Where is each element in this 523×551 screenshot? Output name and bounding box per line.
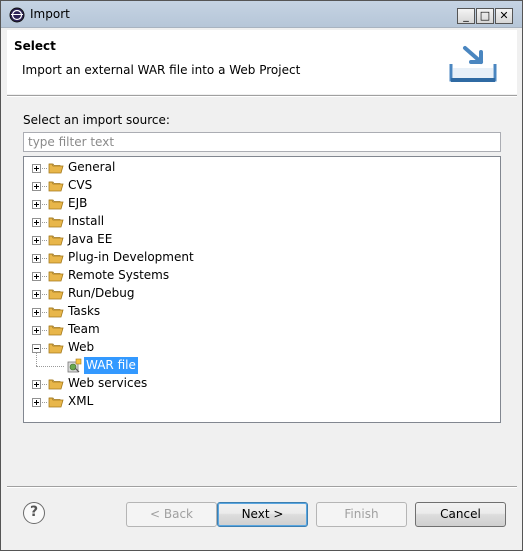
- next-button[interactable]: Next >: [217, 502, 308, 527]
- folder-icon: [48, 343, 64, 354]
- tree-connector: [42, 384, 47, 385]
- expand-icon[interactable]: [32, 200, 41, 209]
- tree-item-label: Java EE: [68, 232, 113, 246]
- tree-connector: [36, 353, 37, 366]
- header-separator: [7, 95, 517, 97]
- tree-item-general[interactable]: General: [24, 159, 484, 177]
- cancel-button[interactable]: Cancel: [415, 502, 506, 527]
- tree-item-label: Web: [68, 340, 95, 354]
- tree-connector: [42, 186, 47, 187]
- import-tray-icon: [449, 46, 497, 82]
- tree-item-java-ee[interactable]: Java EE: [24, 231, 484, 249]
- folder-icon: [48, 199, 64, 210]
- folder-icon: [48, 253, 64, 264]
- tree-item-install[interactable]: Install: [24, 213, 484, 231]
- import-dialog: Import _ □ ✕ Select Import an external W…: [0, 0, 523, 551]
- footer-separator: [7, 486, 517, 488]
- tree-item-label: Run/Debug: [68, 286, 135, 300]
- tree-item-label: CVS: [68, 178, 93, 192]
- tree-item-team[interactable]: Team: [24, 321, 484, 339]
- tree-item-cvs[interactable]: CVS: [24, 177, 484, 195]
- tree-item-tasks[interactable]: Tasks: [24, 303, 484, 321]
- tree-item-label: Team: [68, 322, 100, 336]
- back-button[interactable]: < Back: [126, 502, 217, 527]
- tree-connector: [42, 402, 47, 403]
- expand-icon[interactable]: [32, 290, 41, 299]
- tree-connector: [42, 222, 47, 223]
- help-icon[interactable]: ?: [23, 502, 45, 524]
- folder-icon: [48, 271, 64, 282]
- wizard-header: Select Import an external WAR file into …: [7, 30, 517, 94]
- expand-icon[interactable]: [32, 326, 41, 335]
- expand-icon[interactable]: [32, 398, 41, 407]
- minimize-button[interactable]: _: [457, 8, 475, 24]
- page-title: Select: [14, 39, 56, 53]
- window-title: Import: [30, 7, 70, 21]
- title-bar[interactable]: Import _ □ ✕: [1, 1, 522, 28]
- tree-item-war-file[interactable]: WAR file: [24, 353, 484, 375]
- war-file-icon: [67, 358, 82, 373]
- tree-connector: [42, 294, 47, 295]
- tree-connector: [42, 276, 47, 277]
- tree-connector: [42, 258, 47, 259]
- expand-icon[interactable]: [32, 272, 41, 281]
- page-description: Import an external WAR file into a Web P…: [22, 63, 301, 77]
- tree-item-plug-in-development[interactable]: Plug-in Development: [24, 249, 484, 267]
- folder-icon: [48, 379, 64, 390]
- folder-icon: [48, 235, 64, 246]
- tree-item-label: General: [68, 160, 116, 174]
- expand-icon[interactable]: [32, 236, 41, 245]
- expand-icon[interactable]: [32, 254, 41, 263]
- expand-icon[interactable]: [32, 308, 41, 317]
- tree-item-label: Install: [68, 214, 105, 228]
- tree-item-label: Plug-in Development: [68, 250, 194, 264]
- tree-item-label: Web services: [68, 376, 148, 390]
- finish-button[interactable]: Finish: [316, 502, 407, 527]
- folder-icon: [48, 181, 64, 192]
- folder-icon: [48, 217, 64, 228]
- tree-connector: [42, 168, 47, 169]
- tree-connector: [42, 240, 47, 241]
- expand-icon[interactable]: [32, 164, 41, 173]
- filter-input[interactable]: [23, 132, 501, 152]
- tree-item-xml[interactable]: XML: [24, 393, 484, 411]
- folder-icon: [48, 397, 64, 408]
- import-source-tree[interactable]: General CVS EJB Install Java EE Plug-in Devel…: [23, 156, 501, 423]
- tree-item-label: Remote Systems: [68, 268, 170, 282]
- tree-item-web-services[interactable]: Web services: [24, 375, 484, 393]
- tree-item-ejb[interactable]: EJB: [24, 195, 484, 213]
- tree-item-web[interactable]: Web: [24, 339, 484, 357]
- tree-item-remote-systems[interactable]: Remote Systems: [24, 267, 484, 285]
- tree-item-run-debug[interactable]: Run/Debug: [24, 285, 484, 303]
- maximize-button[interactable]: □: [476, 8, 494, 24]
- tree-connector: [42, 348, 47, 349]
- tree-connector: [36, 366, 64, 367]
- folder-icon: [48, 289, 64, 300]
- collapse-icon[interactable]: [32, 344, 41, 353]
- folder-icon: [48, 163, 64, 174]
- expand-icon[interactable]: [32, 182, 41, 191]
- tree-connector: [42, 204, 47, 205]
- expand-icon[interactable]: [32, 380, 41, 389]
- expand-icon[interactable]: [32, 218, 41, 227]
- close-button[interactable]: ✕: [495, 8, 513, 24]
- folder-icon: [48, 325, 64, 336]
- import-source-label: Select an import source:: [23, 113, 170, 127]
- tree-item-label: XML: [68, 394, 94, 408]
- eclipse-icon: [9, 7, 25, 23]
- tree-item-label: EJB: [68, 196, 88, 210]
- tree-item-label: WAR file: [84, 357, 138, 374]
- folder-icon: [48, 307, 64, 318]
- tree-connector: [42, 330, 47, 331]
- tree-item-label: Tasks: [68, 304, 101, 318]
- tree-connector: [42, 312, 47, 313]
